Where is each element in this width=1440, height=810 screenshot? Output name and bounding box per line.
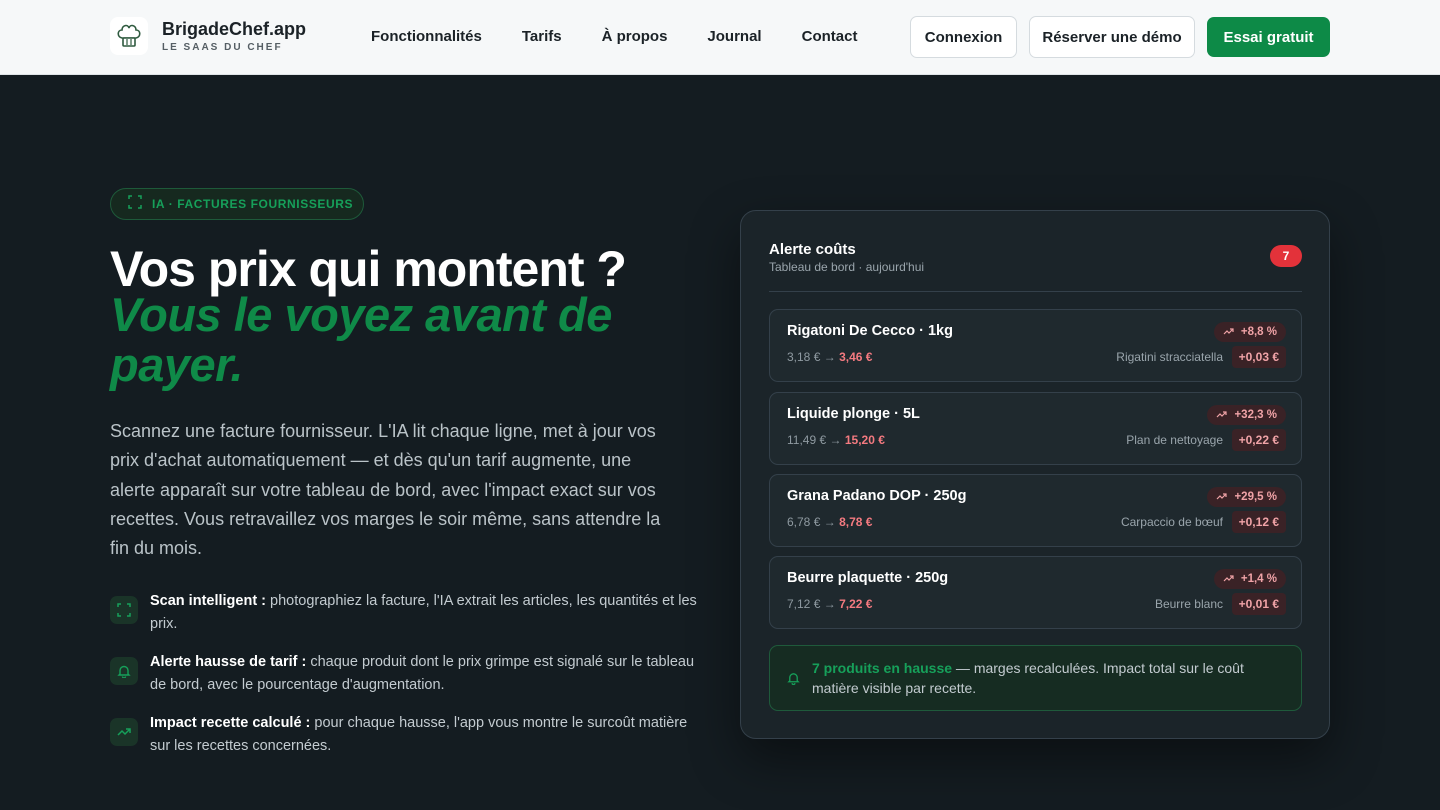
feature-text: Alerte hausse de tarif : chaque produit … [150,654,695,693]
percent-badge: +1,4 % [1213,569,1286,589]
price-alert-item[interactable]: Grana Padano DOP · 250g 6,78 € → 8,78 € … [769,474,1302,547]
impact-badge: +0,12 € [1231,511,1286,533]
alert-count-badge: 7 [1270,245,1302,267]
feature-item: Scan intelligent : photographiez la fact… [110,593,710,636]
nav-link-contact[interactable]: Contact [802,27,858,47]
trend-up-icon [1216,491,1228,503]
price-change: 6,78 € → 8,78 € [787,515,873,529]
percent-badge: +8,8 % [1213,322,1286,342]
feature-text: Scan intelligent : photographiez la fact… [150,593,697,632]
main-menu: Fonctionnalités Tarifs À propos Journal … [371,27,857,47]
product-name: Liquide plonge · 5L [787,406,920,422]
chef-hat-icon [110,17,148,55]
login-button[interactable]: Connexion [910,16,1017,58]
pill-label: IA · FACTURES FOURNISSEURS [152,197,354,211]
hero-lead: Scannez une facture fournisseur. L'IA li… [110,421,661,559]
product-name: Grana Padano DOP · 250g [787,488,967,504]
impact-badge: +0,01 € [1231,593,1286,615]
price-change: 11,49 € → 15,20 € [787,433,885,447]
product-name: Rigatoni De Cecco · 1kg [787,323,953,339]
percent-badge: +32,3 % [1207,405,1286,425]
summary-alert: 7 produits en hausse — marges recalculée… [769,645,1302,711]
recipe-name: Beurre blanc [1154,597,1223,611]
nav-link-fonctionnalites[interactable]: Fonctionnalités [371,27,482,47]
cost-alert-card: Alerte coûts Tableau de bord · aujourd'h… [740,210,1330,739]
price-alert-item[interactable]: Beurre plaquette · 250g 7,12 € → 7,22 € … [769,556,1302,629]
nav-link-tarifs[interactable]: Tarifs [522,27,562,47]
product-name: Beurre plaquette · 250g [787,570,949,586]
impact-badge: +0,22 € [1231,429,1286,451]
price-alert-item[interactable]: Liquide plonge · 5L 11,49 € → 15,20 € +3… [769,392,1302,465]
brand-name: BrigadeChef.app [162,18,307,39]
trend-up-icon [1223,326,1234,338]
brand[interactable]: BrigadeChef.app LE SAAS DU CHEF [110,17,306,55]
summary-text: 7 produits en hausse — marges recalculée… [812,660,1244,696]
impact-badge: +0,03 € [1231,346,1286,368]
price-change: 7,12 € → 7,22 € [787,597,873,611]
brand-tagline: LE SAAS DU CHEF [162,41,283,53]
nav-link-journal[interactable]: Journal [707,27,761,47]
recipe-name: Carpaccio de bœuf [1120,515,1223,529]
scan-icon [110,596,138,624]
feature-pill: IA · FACTURES FOURNISSEURS [110,188,364,220]
trend-up-icon [1223,573,1234,585]
bell-icon [787,671,800,690]
price-alert-item[interactable]: Rigatoni De Cecco · 1kg 3,18 € → 3,46 € … [769,309,1302,382]
card-title: Alerte coûts [769,241,856,258]
free-trial-button[interactable]: Essai gratuit [1207,17,1330,57]
feature-text: Impact recette calculé : pour chaque hau… [150,715,688,754]
price-change: 3,18 € → 3,46 € [787,350,873,364]
feature-item: Alerte hausse de tarif : chaque produit … [110,654,710,697]
book-demo-button[interactable]: Réserver une démo [1029,16,1195,58]
bell-icon [110,657,138,685]
feature-item: Impact recette calculé : pour chaque hau… [110,715,710,758]
recipe-name: Rigatini stracciatella [1116,350,1223,364]
card-divider [769,291,1302,292]
percent-badge: +29,5 % [1207,487,1286,507]
trend-up-icon [1216,409,1228,421]
top-navbar: BrigadeChef.app LE SAAS DU CHEF Fonction… [0,0,1440,75]
scan-icon [128,194,142,214]
card-subtitle: Tableau de bord · aujourd'hui [769,260,925,274]
hero-title-accent: Vous le voyez avant de payer. [110,288,612,391]
trend-up-icon [110,718,138,746]
nav-link-a-propos[interactable]: À propos [602,27,668,47]
recipe-name: Plan de nettoyage [1126,433,1223,447]
